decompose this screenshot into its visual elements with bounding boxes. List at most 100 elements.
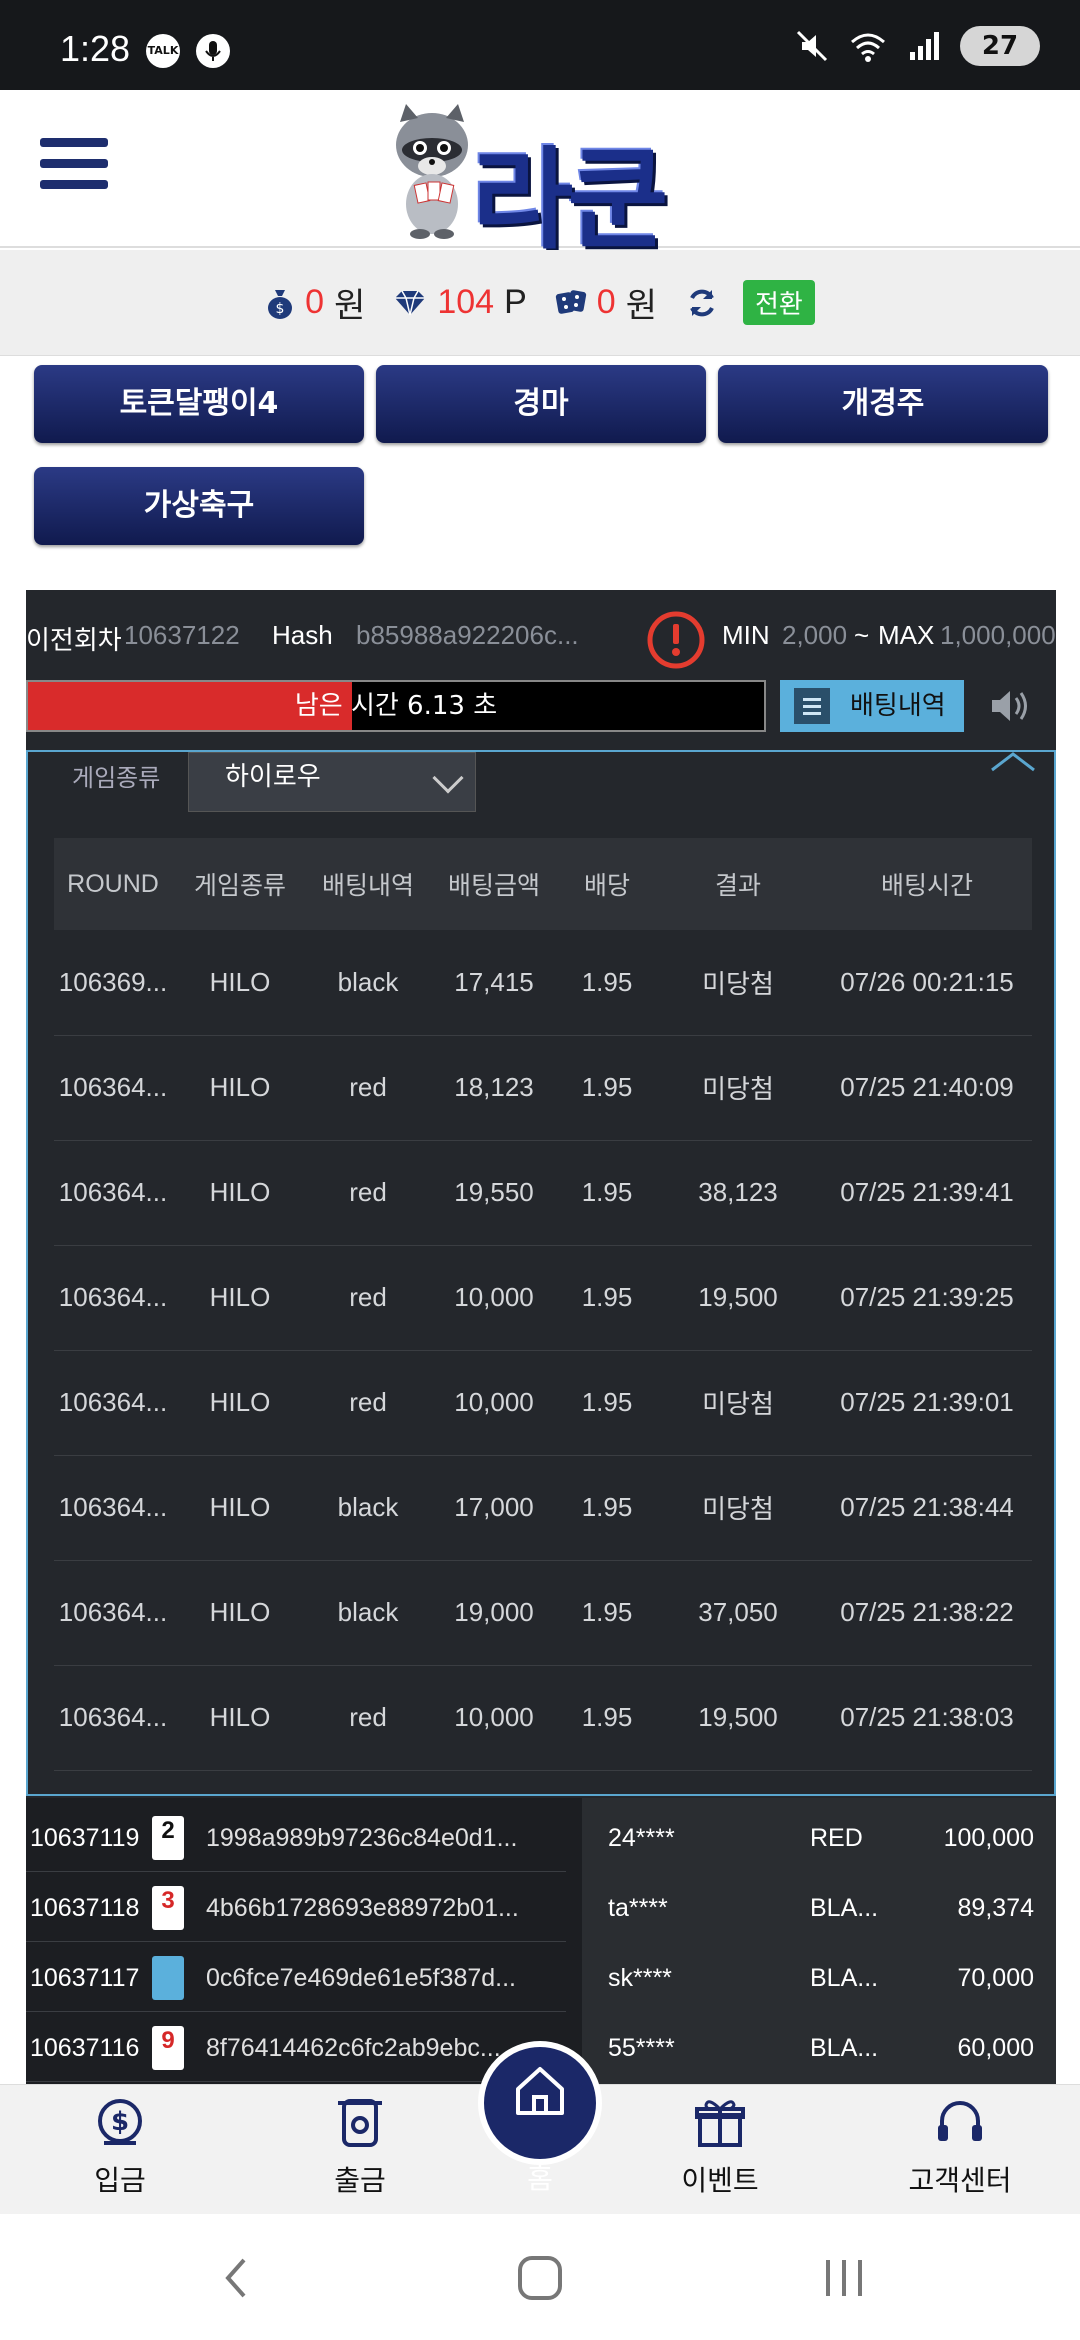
svg-text:$: $	[111, 2107, 129, 2137]
round-number: 10637117	[30, 1964, 140, 1992]
prev-round-label: 이전회차	[26, 625, 122, 655]
game-cell: HILO	[172, 1665, 308, 1771]
speaker-icon[interactable]	[986, 682, 1034, 730]
kakao-talk-icon: TALK	[146, 34, 180, 68]
column-header-time: 배팅시간	[822, 838, 1032, 930]
round-cell: 106364...	[54, 1665, 172, 1771]
refresh-icon[interactable]	[685, 286, 719, 320]
min-label: MIN	[722, 620, 770, 650]
time-cell: 07/25 21:39:41	[822, 1140, 1032, 1246]
game-button-token-snail[interactable]: 토큰달팽이4	[34, 365, 364, 443]
round-hash: 0c6fce7e469de61e5f387d...	[206, 1964, 516, 1992]
amount-cell: 17,415	[428, 930, 560, 1036]
list-icon	[794, 688, 830, 724]
collapse-icon[interactable]	[990, 752, 1036, 772]
round-result-row[interactable]: 10637118 3 4b66b1728693e88972b01...	[26, 1872, 566, 1942]
bet-cell: black	[308, 1560, 428, 1666]
min-value: 2,000	[782, 620, 848, 650]
casino-unit: 원	[625, 287, 657, 325]
time-cell: 07/25 21:38:44	[822, 1455, 1032, 1561]
round-result-row[interactable]: 10637119 2 1998a989b97236c84e0d1...	[26, 1802, 566, 1872]
nav-withdraw-label: 출금	[334, 2164, 386, 2197]
round-cell: 106369...	[54, 930, 172, 1036]
prev-round-value: 10637122	[124, 620, 240, 650]
nav-home-label: 홈	[527, 2162, 553, 2195]
round-cell: 106364...	[54, 1350, 172, 1456]
live-bet-row: ta**** BLA... 89,374	[582, 1872, 1056, 1942]
round-result-row[interactable]: 10637116 9 8f76414462c6fc2ab9ebc...	[26, 2012, 566, 2082]
points-balance: 104	[437, 283, 495, 321]
logo-text: 라쿤	[472, 136, 668, 264]
round-info: 이전회차 10637122 Hash b85988a922206c... MIN…	[26, 610, 1056, 669]
bet-amount: 60,000	[957, 2034, 1034, 2062]
bet-cell: red	[308, 1035, 428, 1141]
amount-cell: 10,000	[428, 1245, 560, 1351]
odds-cell: 1.95	[560, 1350, 654, 1456]
game-button-horse-racing[interactable]: 경마	[376, 365, 706, 443]
bet-history-button[interactable]: 배팅내역	[780, 680, 964, 732]
menu-icon[interactable]	[40, 138, 108, 196]
bet-cell: red	[308, 1665, 428, 1771]
round-result-row[interactable]: 10637117 0c6fce7e469de61e5f387d...	[26, 1942, 566, 2012]
nav-home[interactable]	[478, 2041, 602, 2165]
headset-icon	[938, 2101, 982, 2141]
recents-icon[interactable]	[814, 2254, 874, 2302]
wifi-icon	[851, 33, 885, 62]
bet-cell: red	[308, 1245, 428, 1351]
table-row: 106364... HILO black 17,000 1.95 미당첨 07/25 21:…	[54, 1455, 1032, 1561]
mute-icon	[796, 30, 828, 62]
round-hash: 4b66b1728693e88972b01...	[206, 1894, 519, 1922]
table-row: 106364... HILO red 10,000 1.95 19,500 07/25 21…	[54, 1665, 1032, 1771]
playing-card-icon: 9	[152, 2026, 184, 2070]
amount-cell: 17,000	[428, 1455, 560, 1561]
result-cell: 37,050	[654, 1560, 822, 1666]
bet-choice: BLA...	[810, 1894, 879, 1922]
time-cell: 07/25 21:39:01	[822, 1350, 1032, 1456]
bet-cell: red	[308, 1350, 428, 1456]
game-button-dog-racing[interactable]: 개경주	[718, 365, 1048, 443]
system-nav-bar	[0, 2214, 1080, 2340]
round-cell: 106364...	[54, 1455, 172, 1561]
diamond-icon	[395, 290, 426, 315]
round-hash: 1998a989b97236c84e0d1...	[206, 1824, 518, 1852]
countdown-timer: 남은 시간 6.13 초	[26, 680, 766, 732]
bet-history-table: ROUND 게임종류 배팅내역 배팅금액 배당 결과 배팅시간 106369..…	[54, 838, 1032, 1771]
game-type-select[interactable]: 하이로우	[188, 752, 476, 812]
bet-cell: black	[308, 930, 428, 1036]
table-row: 106364... HILO black 19,000 1.95 37,050 07/25 …	[54, 1560, 1032, 1666]
odds-cell: 1.95	[560, 1560, 654, 1666]
round-cell: 106364...	[54, 1245, 172, 1351]
svg-text:$: $	[276, 301, 285, 317]
raccoon-mascot-icon	[396, 104, 468, 239]
nav-deposit[interactable]: $ 입금	[40, 2095, 200, 2205]
live-bet-row: 24**** RED 100,000	[582, 1802, 1056, 1872]
back-icon[interactable]	[206, 2254, 266, 2302]
round-cell: 106364...	[54, 1035, 172, 1141]
table-row: 106364... HILO red 10,000 1.95 미당첨 07/25 21:39…	[54, 1350, 1032, 1456]
column-header-bet: 배팅내역	[308, 838, 428, 930]
table-row: 106364... HILO red 10,000 1.95 19,500 07/25 21…	[54, 1245, 1032, 1351]
nav-support[interactable]: 고객센터	[880, 2095, 1040, 2205]
nav-withdraw[interactable]: 출금	[280, 2095, 440, 2205]
alert-icon[interactable]	[646, 610, 706, 670]
home-circle-icon[interactable]	[510, 2254, 570, 2302]
bet-amount: 100,000	[943, 1824, 1034, 1852]
time-cell: 07/26 00:21:15	[822, 930, 1032, 1036]
game-button-virtual-soccer[interactable]: 가상축구	[34, 467, 364, 545]
convert-button[interactable]: 전환	[742, 280, 815, 325]
dice-icon	[555, 289, 586, 314]
gift-icon	[695, 2100, 745, 2147]
logo[interactable]: 라쿤	[382, 100, 702, 264]
app-header: 라쿤	[0, 90, 1080, 264]
bet-user: ta****	[608, 1894, 668, 1922]
live-bet-row: 55**** BLA... 60,000	[582, 2012, 1056, 2082]
odds-cell: 1.95	[560, 1245, 654, 1351]
result-cell: 미당첨	[654, 1350, 822, 1456]
bet-user: 55****	[608, 2034, 675, 2062]
time-cell: 07/25 21:38:03	[822, 1665, 1032, 1771]
table-row: 106364... HILO red 19,550 1.95 38,123 07/25 21…	[54, 1140, 1032, 1246]
points-unit: P	[504, 283, 527, 321]
round-number: 10637116	[30, 2034, 140, 2062]
nav-event[interactable]: 이벤트	[640, 2095, 800, 2205]
money-balance: 0	[305, 283, 325, 321]
